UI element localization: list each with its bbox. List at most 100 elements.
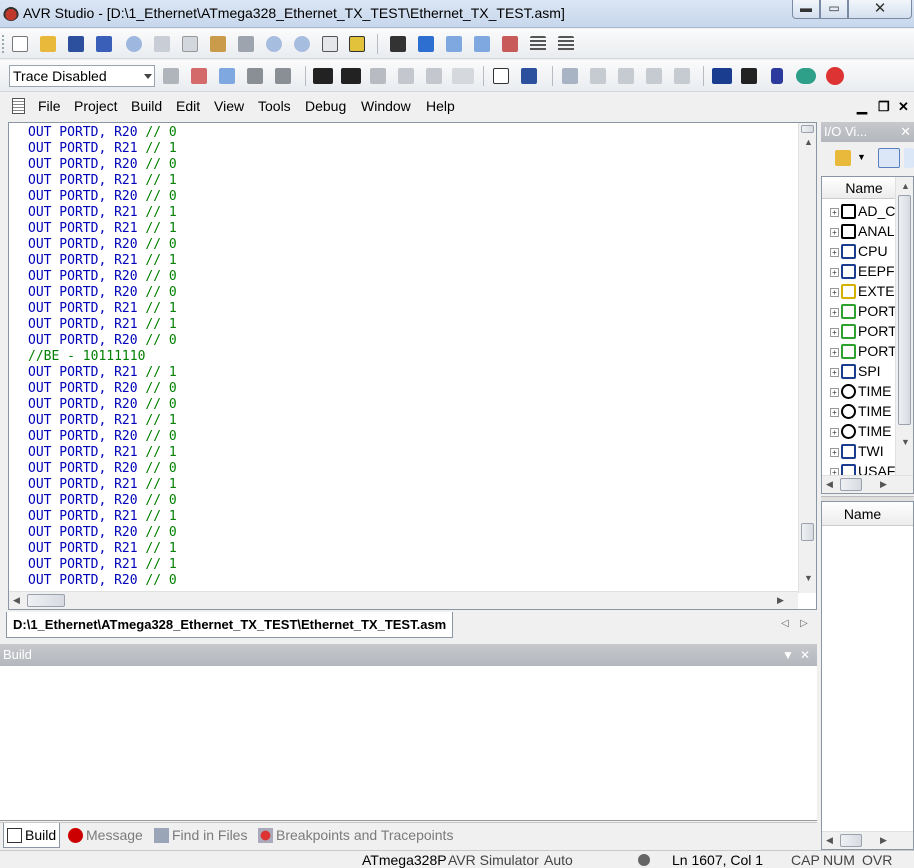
expand-icon[interactable]: + <box>830 288 839 297</box>
code-line[interactable]: OUT PORTD, R20 // 0 <box>28 573 788 589</box>
chevron-down-icon[interactable]: ▼ <box>857 152 866 162</box>
io-list-view-icon[interactable] <box>904 148 914 168</box>
io-filter-icon[interactable] <box>835 150 851 166</box>
avr-chip-icon[interactable] <box>341 68 361 84</box>
code-line[interactable]: OUT PORTD, R21 // 1 <box>28 141 788 157</box>
code-line[interactable]: OUT PORTD, R21 // 1 <box>28 557 788 573</box>
windows-icon[interactable] <box>322 36 338 52</box>
code-editor[interactable]: OUT PORTD, R20 // 0 OUT PORTD, R21 // 1 OU… <box>8 122 817 610</box>
menu-help[interactable]: Help <box>426 98 455 114</box>
disassembler-icon[interactable] <box>674 68 690 84</box>
io-name-column-header[interactable]: Name <box>822 177 898 199</box>
reload-icon[interactable] <box>126 36 142 52</box>
code-line[interactable]: //BE - 10111110 <box>28 349 788 365</box>
expand-icon[interactable]: + <box>830 348 839 357</box>
scroll-left-icon[interactable]: ◀ <box>826 835 833 846</box>
mdi-restore-button[interactable]: ❐ <box>878 99 890 115</box>
bookmark-next-icon[interactable] <box>446 36 462 52</box>
io-tree-item[interactable]: + AD_C <box>822 201 898 221</box>
menu-tools[interactable]: Tools <box>258 98 291 114</box>
trace-mode-select[interactable]: Trace Disabled <box>9 65 155 87</box>
atmel-logo-icon[interactable] <box>796 68 816 84</box>
expand-icon[interactable]: + <box>830 208 839 217</box>
trace-clear-icon[interactable] <box>191 68 207 84</box>
scroll-up-icon[interactable]: ▲ <box>901 181 910 191</box>
menu-view[interactable]: View <box>214 98 244 114</box>
tools-icon[interactable] <box>741 68 757 84</box>
tab-breakpoints[interactable]: Breakpoints and Tracepoints <box>258 823 453 848</box>
code-line[interactable]: OUT PORTD, R21 // 1 <box>28 205 788 221</box>
io-tree-item[interactable]: + CPU <box>822 241 898 261</box>
code-line[interactable]: OUT PORTD, R20 // 0 <box>28 189 788 205</box>
io-tree-item[interactable]: + TWI <box>822 441 898 461</box>
con-chip-icon[interactable] <box>313 68 333 84</box>
io-vertical-scrollbar[interactable]: ▲ ▼ <box>895 177 913 477</box>
branch-auto-icon[interactable] <box>426 68 442 84</box>
io-vertical-scroll-thumb[interactable] <box>898 195 911 425</box>
watch-icon[interactable] <box>562 68 578 84</box>
expand-icon[interactable]: + <box>830 268 839 277</box>
code-line[interactable]: OUT PORTD, R21 // 1 <box>28 509 788 525</box>
print-icon[interactable] <box>238 36 254 52</box>
save-all-icon[interactable] <box>96 36 112 52</box>
memory-view-icon[interactable] <box>618 68 634 84</box>
split-handle[interactable] <box>801 125 814 133</box>
mdi-minimize-button[interactable]: ▁ <box>857 99 867 115</box>
open-folder-icon[interactable] <box>40 36 56 52</box>
tab-prev-icon[interactable]: ◁ <box>781 618 789 629</box>
scroll-down-icon[interactable]: ▼ <box>804 573 813 583</box>
io-tree-item[interactable]: + EEPF <box>822 261 898 281</box>
scroll-left-icon[interactable]: ◀ <box>13 595 20 606</box>
code-line[interactable]: OUT PORTD, R20 // 0 <box>28 525 788 541</box>
expand-icon[interactable]: + <box>830 428 839 437</box>
tab-message[interactable]: Message <box>68 823 143 848</box>
indent-icon[interactable] <box>530 36 546 52</box>
io-tree-view-icon[interactable] <box>878 148 900 168</box>
scroll-down-icon[interactable]: ▼ <box>901 437 910 447</box>
cut-icon[interactable] <box>154 36 170 52</box>
code-line[interactable]: OUT PORTD, R20 // 0 <box>28 397 788 413</box>
trace-up-icon[interactable] <box>275 68 291 84</box>
auto-icon[interactable] <box>452 68 474 84</box>
document-icon[interactable] <box>12 98 25 114</box>
bookmark-toggle-icon[interactable] <box>418 36 434 52</box>
code-line[interactable]: OUT PORTD, R20 // 0 <box>28 333 788 349</box>
programmer-icon[interactable] <box>712 68 732 84</box>
menu-edit[interactable]: Edit <box>176 98 200 114</box>
menu-project[interactable]: Project <box>74 98 118 114</box>
io-properties-name-header[interactable]: Name <box>822 502 913 526</box>
document-tab[interactable]: D:\1_Ethernet\ATmega328_Ethernet_TX_TEST… <box>6 612 454 638</box>
minimize-button[interactable]: ▬ <box>792 0 820 19</box>
io-props-scroll-thumb[interactable] <box>840 834 862 847</box>
memory-icon[interactable] <box>493 68 509 84</box>
outdent-icon[interactable] <box>558 36 574 52</box>
chevron-down-icon[interactable] <box>144 74 152 79</box>
code-line[interactable]: OUT PORTD, R21 // 1 <box>28 365 788 381</box>
code-line[interactable]: OUT PORTD, R21 // 1 <box>28 445 788 461</box>
expand-icon[interactable]: + <box>830 328 839 337</box>
io-tree-item[interactable]: + ANAL <box>822 221 898 241</box>
maximize-button[interactable]: ▭ <box>820 0 848 19</box>
code-line[interactable]: OUT PORTD, R20 // 0 <box>28 237 788 253</box>
code-line[interactable]: OUT PORTD, R20 // 0 <box>28 125 788 141</box>
trace-step-icon[interactable] <box>219 68 235 84</box>
expand-icon[interactable]: + <box>830 308 839 317</box>
io-tree-item[interactable]: + PORT <box>822 301 898 321</box>
branch-icon[interactable] <box>398 68 414 84</box>
code-line[interactable]: OUT PORTD, R21 // 1 <box>28 173 788 189</box>
code-line[interactable]: OUT PORTD, R20 // 0 <box>28 157 788 173</box>
code-area[interactable]: OUT PORTD, R20 // 0 OUT PORTD, R21 // 1 OU… <box>28 125 788 589</box>
code-line[interactable]: OUT PORTD, R20 // 0 <box>28 493 788 509</box>
tab-build[interactable]: Build <box>3 823 61 848</box>
panel-menu-icon[interactable]: ▼ <box>782 644 794 666</box>
undo-icon[interactable] <box>266 36 282 52</box>
expand-icon[interactable]: + <box>830 228 839 237</box>
code-line[interactable]: OUT PORTD, R21 // 1 <box>28 301 788 317</box>
expand-icon[interactable]: + <box>830 448 839 457</box>
bug-face-icon[interactable] <box>826 67 844 85</box>
toolbar-grip[interactable] <box>2 35 5 53</box>
battery-icon[interactable] <box>771 68 783 84</box>
scroll-up-icon[interactable]: ▲ <box>804 137 813 147</box>
scroll-left-icon[interactable]: ◀ <box>826 479 833 490</box>
scroll-right-icon[interactable]: ▶ <box>777 595 784 606</box>
